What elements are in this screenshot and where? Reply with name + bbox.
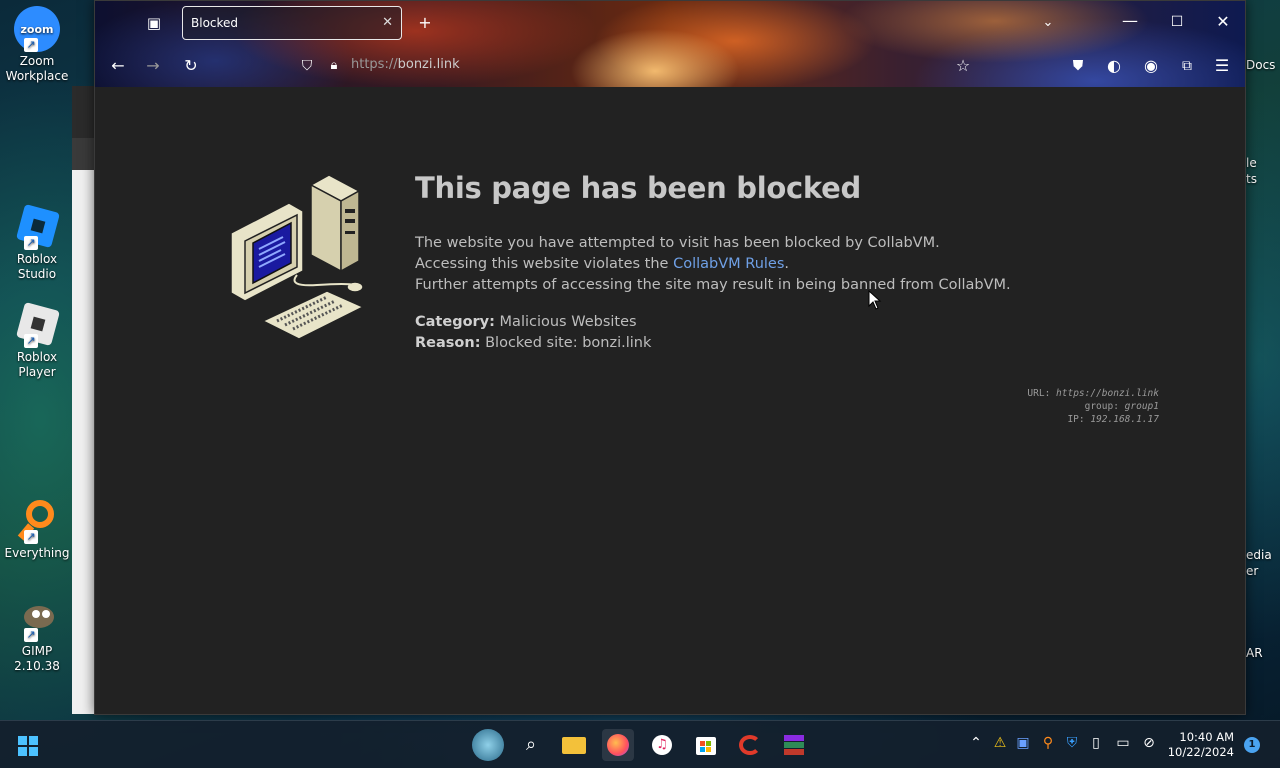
blocked-page: This page has been blocked The website y…: [95, 87, 1245, 714]
desktop-icon-zoom[interactable]: zoom ↗ Zoom Workplace: [2, 6, 72, 84]
info-url-value: https://bonzi.link: [1056, 388, 1159, 399]
extensions-icon[interactable]: ⧉: [1175, 54, 1199, 78]
ccleaner-icon[interactable]: [734, 729, 766, 761]
desktop-icon-gimp[interactable]: ↗ GIMP 2.10.38: [2, 596, 72, 674]
chevron-down-icon[interactable]: ⌄: [1036, 11, 1060, 35]
info-group-label: group:: [1084, 401, 1119, 412]
desktop-icon-label: Everything: [4, 546, 70, 560]
message-line-1: The website you have attempted to visit …: [415, 235, 940, 251]
info-ip: IP: 192.168.1.17: [1027, 413, 1159, 426]
desktop-icon-label: Zoom Workplace: [5, 54, 69, 83]
url-host: bonzi.link: [397, 57, 460, 72]
back-icon[interactable]: ←: [106, 54, 130, 78]
background-window-header: [72, 86, 96, 138]
info-group-value: group1: [1124, 401, 1159, 412]
desktop-icon-roblox-player[interactable]: ↗ Roblox Player: [2, 301, 72, 380]
block-message: The website you have attempted to visit …: [415, 233, 1011, 296]
chevron-up-icon[interactable]: ⌃: [966, 735, 986, 751]
file-explorer-icon[interactable]: [558, 729, 590, 761]
desktop-icon-label: er: [1246, 564, 1259, 578]
info-group: group: group1: [1027, 400, 1159, 413]
reason-value: Blocked site: bonzi.link: [485, 335, 652, 351]
notification-badge[interactable]: 1: [1244, 737, 1260, 753]
desktop-icon-label: edia: [1246, 548, 1272, 562]
category-value: Malicious Websites: [499, 314, 637, 330]
firefox-icon[interactable]: [602, 729, 634, 761]
security-shield-icon[interactable]: ⛨: [1062, 735, 1082, 751]
minimize-icon[interactable]: —: [1118, 9, 1142, 33]
collabvm-rules-link[interactable]: CollabVM Rules: [673, 256, 784, 272]
menu-icon[interactable]: ☰: [1210, 54, 1234, 78]
desktop-icon-label: Docs: [1246, 58, 1276, 72]
desktop-icon-label: ts: [1246, 172, 1257, 186]
display-icon[interactable]: ▭: [1113, 735, 1133, 751]
reason-label: Reason:: [415, 335, 481, 351]
info-url: URL: https://bonzi.link: [1027, 387, 1159, 400]
network-disconnected-icon[interactable]: ⊘: [1139, 735, 1159, 751]
request-info: URL: https://bonzi.link group: group1 IP…: [1027, 387, 1159, 426]
category-label: Category:: [415, 314, 495, 330]
bookmark-star-icon[interactable]: ☆: [951, 54, 975, 78]
teams-icon[interactable]: ▣: [1013, 735, 1033, 751]
close-window-icon[interactable]: ✕: [1211, 10, 1235, 34]
background-window: [72, 86, 96, 714]
block-details: Category: Malicious Websites Reason: Blo…: [415, 312, 651, 354]
lock-icon[interactable]: 🔒︎: [322, 54, 346, 78]
page-title: This page has been blocked: [415, 171, 861, 205]
info-url-label: URL:: [1027, 388, 1051, 399]
desktop-icon-label: Roblox Player: [16, 350, 58, 379]
background-window-bar: [72, 138, 96, 170]
music-app-icon[interactable]: ♫: [646, 729, 678, 761]
new-tab-icon[interactable]: +: [413, 11, 437, 35]
info-ip-value: 192.168.1.17: [1090, 414, 1159, 425]
winrar-icon[interactable]: [778, 729, 810, 761]
gimp-icon: ↗: [14, 596, 60, 642]
info-ip-label: IP:: [1067, 414, 1085, 425]
usb-device-icon[interactable]: ▯: [1086, 735, 1106, 751]
windows-start-icon[interactable]: [12, 729, 44, 761]
theme-icon[interactable]: ◐: [1102, 54, 1126, 78]
desktop-icon-roblox-studio[interactable]: ↗ Roblox Studio: [2, 203, 72, 282]
tab-title: Blocked: [191, 16, 239, 30]
message-line-2-text: Accessing this website violates the: [415, 256, 674, 272]
computer-illustration: [230, 175, 365, 340]
everything-search-icon: ↗: [14, 498, 60, 544]
url-scheme: https://: [351, 57, 398, 72]
desktop-icon-label: Roblox Studio: [16, 252, 58, 281]
warning-icon[interactable]: ⚠: [990, 735, 1010, 751]
tracking-shield-icon[interactable]: ⛉: [295, 54, 319, 78]
roblox-player-icon: ↗: [14, 301, 61, 348]
clock-time: 10:40 AM: [1179, 730, 1234, 744]
mouse-cursor-icon: [868, 290, 882, 310]
reason-row: Reason: Blocked site: bonzi.link: [415, 333, 651, 354]
pocket-icon[interactable]: ⛊: [1066, 54, 1090, 78]
browser-toolbar: ▣ Blocked ✕ + ⌄ — ☐ ✕ ← → ↻ ⛉ 🔒︎ https:/…: [95, 1, 1245, 87]
account-icon[interactable]: ◉: [1139, 54, 1163, 78]
desktop-icon-label: GIMP 2.10.38: [14, 644, 60, 673]
message-line-3: Further attempts of accessing the site m…: [415, 277, 1011, 293]
widgets-icon[interactable]: [472, 729, 504, 761]
everything-tray-icon[interactable]: ⚲: [1038, 735, 1058, 751]
zoom-icon: zoom ↗: [14, 6, 60, 52]
reload-icon[interactable]: ↻: [179, 54, 203, 78]
message-line-2: Accessing this website violates the Coll…: [415, 254, 1011, 275]
clock[interactable]: 10:40 AM 10/22/2024: [1168, 730, 1234, 760]
url-bar[interactable]: https://bonzi.link: [351, 57, 460, 72]
maximize-icon[interactable]: ☐: [1165, 10, 1189, 34]
close-tab-icon[interactable]: ✕: [382, 7, 393, 39]
forward-icon[interactable]: →: [141, 54, 165, 78]
category-row: Category: Malicious Websites: [415, 312, 651, 333]
search-icon[interactable]: ⌕: [515, 729, 547, 761]
desktop-icon-label: le: [1246, 156, 1257, 170]
tab-list-icon[interactable]: ▣: [142, 11, 166, 35]
message-line-2-end: .: [784, 256, 790, 272]
taskbar: ⌕ ♫ ⌃ ⚠ ▣ ⚲ ⛨ ▯ ▭ ⊘ 10:40 AM 10/22/2024 …: [0, 720, 1280, 768]
desktop-icon-label: AR: [1246, 646, 1263, 660]
browser-window: ▣ Blocked ✕ + ⌄ — ☐ ✕ ← → ↻ ⛉ 🔒︎ https:/…: [94, 0, 1246, 715]
roblox-studio-icon: ↗: [14, 203, 61, 250]
tab-blocked[interactable]: Blocked ✕: [182, 6, 402, 40]
microsoft-store-icon[interactable]: [690, 729, 722, 761]
clock-date: 10/22/2024: [1167, 745, 1234, 759]
desktop-icon-everything[interactable]: ↗ Everything: [2, 498, 72, 561]
